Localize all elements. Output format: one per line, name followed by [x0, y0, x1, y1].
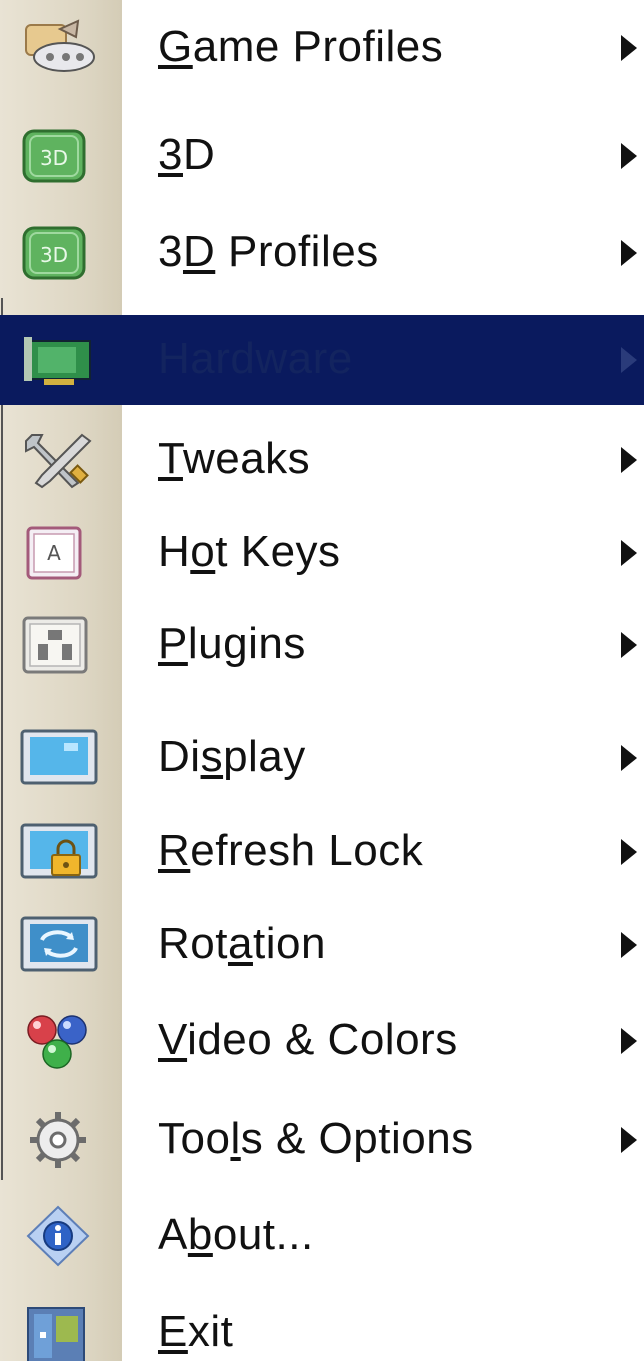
exit-icon — [20, 1302, 100, 1361]
menu-item-exit[interactable]: Exit — [0, 1285, 644, 1361]
menu-item-about[interactable]: About... — [0, 1188, 644, 1284]
tools-wrench-icon — [20, 429, 100, 491]
menu-item-tools-options[interactable]: Tools & Options — [0, 1092, 644, 1188]
menu-item-refresh-lock[interactable]: Refresh Lock — [0, 804, 644, 900]
submenu-arrow-icon — [621, 632, 637, 658]
menu-item-hardware[interactable]: Hardware — [0, 315, 644, 405]
menu-item-tweaks[interactable]: Tweaks — [0, 412, 644, 508]
submenu-arrow-icon — [621, 35, 637, 61]
submenu-arrow-icon — [621, 540, 637, 566]
menu-item-display[interactable]: Display — [0, 710, 644, 806]
menu-item-video-colors[interactable]: Video & Colors — [0, 993, 644, 1089]
svg-text:A: A — [47, 541, 61, 565]
menu-item-hot-keys[interactable]: A Hot Keys — [0, 505, 644, 601]
menu-item-game-profiles[interactable]: Game Profiles — [0, 0, 644, 96]
3d-icon: 3D — [20, 125, 100, 187]
submenu-arrow-icon — [621, 1028, 637, 1054]
plugin-icon — [20, 614, 100, 676]
gear-icon — [20, 1109, 100, 1171]
menu-item-rotation[interactable]: Rotation — [0, 897, 644, 993]
menu-item-plugins[interactable]: Plugins — [0, 597, 644, 693]
3d-profiles-icon: 3D — [20, 222, 100, 284]
monitor-icon — [20, 727, 100, 789]
info-icon — [20, 1205, 100, 1267]
submenu-arrow-icon — [621, 143, 637, 169]
submenu-arrow-icon — [621, 839, 637, 865]
hotkey-icon: A — [20, 522, 100, 584]
submenu-arrow-icon — [621, 745, 637, 771]
submenu-arrow-icon — [621, 240, 637, 266]
submenu-arrow-icon — [621, 932, 637, 958]
color-balls-icon — [20, 1010, 100, 1072]
menu-item-3d[interactable]: 3D 3D — [0, 108, 644, 204]
refresh-lock-icon — [20, 821, 100, 883]
submenu-arrow-icon — [621, 347, 637, 373]
svg-text:3D: 3D — [40, 243, 68, 267]
context-menu: Game Profiles 3D 3D 3D 3D Profiles Hardw… — [0, 0, 644, 1361]
svg-text:3D: 3D — [40, 146, 68, 170]
submenu-arrow-icon — [621, 447, 637, 473]
rotation-icon — [20, 914, 100, 976]
menu-item-3d-profiles[interactable]: 3D 3D Profiles — [0, 205, 644, 301]
game-profiles-icon — [20, 17, 100, 79]
graphics-card-icon — [20, 329, 100, 391]
submenu-arrow-icon — [621, 1127, 637, 1153]
